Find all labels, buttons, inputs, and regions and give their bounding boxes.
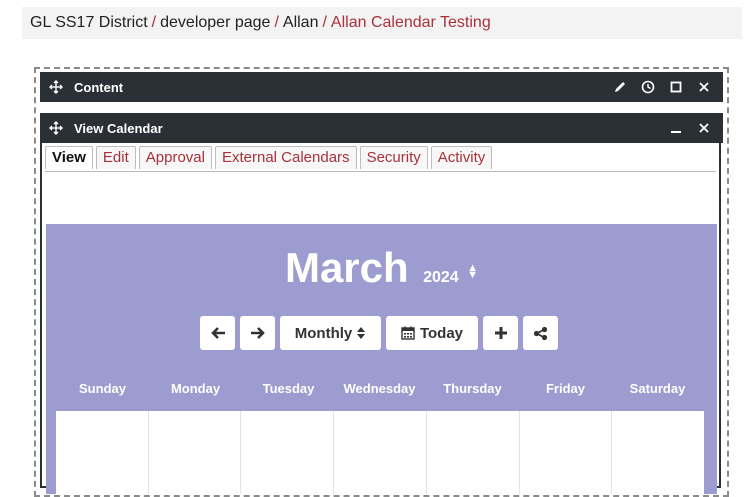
tab-activity[interactable]: Activity	[430, 146, 493, 169]
calendar: March 2024 ▲ ▼ Monthly Today Sunday Monda…	[46, 224, 717, 494]
tab-bar: View Edit Approval External Calendars Se…	[45, 146, 493, 169]
tab-edit[interactable]: Edit	[95, 146, 136, 169]
arrow-right-icon	[250, 327, 265, 339]
breadcrumb-current: Allan Calendar Testing	[330, 14, 491, 31]
move-icon[interactable]	[48, 120, 64, 136]
calendar-month: March	[284, 244, 409, 291]
breadcrumb-item-district[interactable]: GL SS17 District	[30, 14, 148, 31]
previous-button[interactable]	[200, 316, 235, 350]
close-icon[interactable]	[695, 78, 713, 96]
breadcrumb-item-allan[interactable]: Allan	[283, 14, 319, 31]
view-mode-label: Monthly	[294, 324, 353, 342]
view-calendar-panel-body: View Edit Approval External Calendars Se…	[40, 143, 721, 494]
close-icon[interactable]	[695, 119, 713, 137]
day-header-wednesday: Wednesday	[343, 381, 416, 396]
calendar-title: March 2024 ▲ ▼	[46, 244, 717, 292]
day-cell[interactable]	[56, 411, 149, 494]
minimize-icon[interactable]	[667, 119, 685, 137]
day-header-saturday: Saturday	[629, 381, 686, 396]
day-cell[interactable]	[427, 411, 520, 494]
breadcrumb: GL SS17 District / developer page / Allan / Al…	[22, 7, 742, 39]
tab-external-calendars[interactable]: External Calendars	[214, 146, 357, 169]
tab-security[interactable]: Security	[359, 146, 428, 169]
today-label: Today	[419, 324, 464, 342]
day-header-monday: Monday	[170, 381, 221, 396]
add-event-button[interactable]	[483, 316, 518, 350]
day-header-tuesday: Tuesday	[262, 381, 315, 396]
clock-icon[interactable]	[639, 78, 657, 96]
day-header-sunday: Sunday	[79, 381, 126, 396]
breadcrumb-separator: /	[151, 14, 157, 31]
view-calendar-panel-title: View Calendar	[74, 120, 163, 136]
move-icon[interactable]	[48, 79, 64, 95]
share-icon	[533, 326, 548, 340]
arrow-left-icon	[210, 327, 225, 339]
calendar-grid	[56, 411, 704, 494]
year-sort-icon[interactable]: ▲ ▼	[467, 263, 478, 281]
day-cell[interactable]	[612, 411, 704, 494]
share-button[interactable]	[523, 316, 558, 350]
calendar-year[interactable]: 2024	[423, 269, 459, 286]
content-panel-title: Content	[74, 79, 124, 95]
content-panel-header: Content	[40, 72, 723, 102]
next-button[interactable]	[240, 316, 275, 350]
day-header-thursday: Thursday	[443, 381, 502, 396]
day-cell[interactable]	[149, 411, 242, 494]
calendar-icon	[401, 326, 415, 340]
breadcrumb-separator: /	[322, 14, 327, 31]
edit-pencil-icon[interactable]	[611, 78, 629, 96]
plus-icon	[494, 327, 507, 339]
maximize-icon[interactable]	[667, 78, 685, 96]
day-header-friday: Friday	[545, 381, 585, 396]
tab-divider	[45, 171, 716, 172]
day-cell[interactable]	[520, 411, 613, 494]
view-calendar-panel-header: View Calendar	[40, 113, 723, 143]
breadcrumb-item-developer-page[interactable]: developer page	[160, 14, 270, 31]
sort-caret-icon	[357, 327, 366, 339]
day-cell[interactable]	[241, 411, 335, 494]
day-cell[interactable]	[334, 411, 427, 494]
breadcrumb-separator: /	[274, 14, 279, 31]
tab-view[interactable]: View	[45, 146, 93, 169]
view-mode-select[interactable]: Monthly	[280, 316, 381, 350]
tab-approval[interactable]: Approval	[138, 146, 212, 169]
today-button[interactable]: Today	[386, 316, 478, 350]
